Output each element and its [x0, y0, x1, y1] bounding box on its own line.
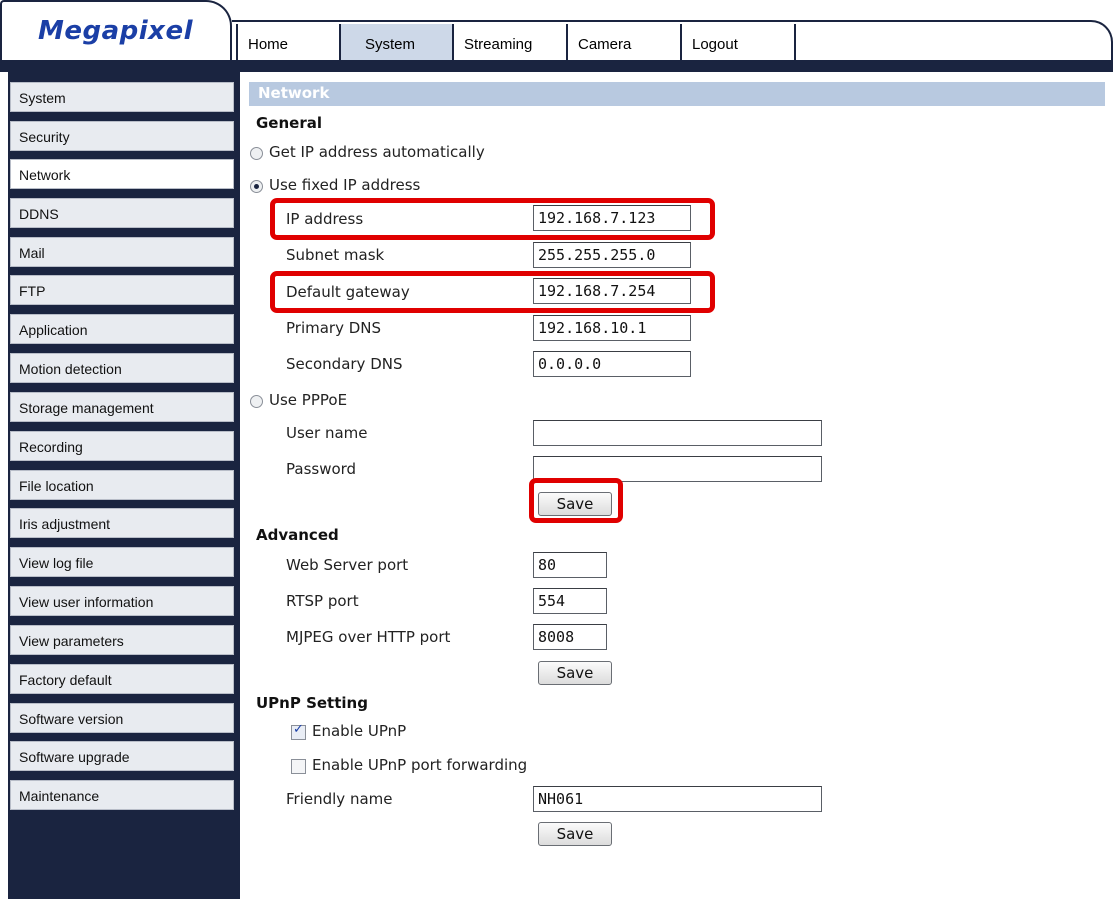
mjpeg-port-field[interactable]: 8008 — [533, 624, 607, 650]
main-nav: Home System Streaming Camera Logout — [236, 24, 796, 60]
username-label: User name — [286, 424, 368, 442]
sidebar-item-view-parameters[interactable]: View parameters — [10, 625, 234, 655]
secondary-dns-label: Secondary DNS — [286, 355, 403, 373]
tab-streaming[interactable]: Streaming — [454, 24, 568, 60]
auto-ip-label: Get IP address automatically — [269, 143, 485, 161]
primary-dns-label: Primary DNS — [286, 319, 382, 337]
sidebar-item-software-upgrade[interactable]: Software upgrade — [10, 741, 234, 771]
sidebar-item-system[interactable]: System — [10, 82, 234, 112]
page-title: Network — [258, 84, 330, 102]
pppoe-radio[interactable] — [250, 395, 263, 408]
logo-tab: Megapixel — [0, 0, 232, 62]
enable-upnp-checkbox[interactable] — [291, 722, 306, 740]
sidebar-item-ddns[interactable]: DDNS — [10, 198, 234, 228]
tab-system[interactable]: System — [341, 24, 454, 60]
general-heading: General — [256, 114, 322, 132]
sidebar-item-motion-detection[interactable]: Motion detection — [10, 353, 234, 383]
sidebar-item-factory-default[interactable]: Factory default — [10, 664, 234, 694]
upnp-save-button[interactable]: Save — [538, 822, 612, 846]
friendly-name-field[interactable]: NH061 — [533, 786, 822, 812]
friendly-name-label: Friendly name — [286, 790, 393, 808]
sidebar-item-software-version[interactable]: Software version — [10, 703, 234, 733]
username-field[interactable] — [533, 420, 822, 446]
subnet-mask-label: Subnet mask — [286, 246, 385, 264]
upnp-forwarding-checkbox[interactable] — [291, 759, 306, 774]
tab-streaming-label: Streaming — [464, 36, 533, 53]
sidebar-item-recording[interactable]: Recording — [10, 431, 234, 461]
tab-camera[interactable]: Camera — [568, 24, 682, 60]
sidebar-item-network[interactable]: Network — [10, 159, 234, 189]
subnet-mask-field[interactable]: 255.255.255.0 — [533, 242, 691, 268]
tab-home[interactable]: Home — [236, 24, 341, 60]
enable-upnp-label: Enable UPnP — [312, 722, 407, 740]
save-button-highlight — [529, 478, 623, 523]
section-title-bar — [249, 82, 1105, 106]
tab-home-label: Home — [248, 36, 289, 53]
header-band — [0, 60, 1113, 72]
sidebar-item-view-log-file[interactable]: View log file — [10, 547, 234, 577]
sidebar-item-maintenance[interactable]: Maintenance — [10, 780, 234, 810]
sidebar-item-ftp[interactable]: FTP — [10, 275, 234, 305]
tab-camera-label: Camera — [578, 36, 632, 53]
auto-ip-radio[interactable] — [250, 147, 263, 160]
password-label: Password — [286, 460, 357, 478]
brand-logo: Megapixel — [38, 16, 194, 46]
sidebar-item-security[interactable]: Security — [10, 121, 234, 151]
tab-logout[interactable]: Logout — [682, 24, 796, 60]
tab-logout-label: Logout — [692, 36, 738, 53]
sidebar-item-file-location[interactable]: File location — [10, 470, 234, 500]
sidebar-item-iris-adjustment[interactable]: Iris adjustment — [10, 508, 234, 538]
default-gateway-highlight — [270, 271, 715, 313]
web-server-port-label: Web Server port — [286, 556, 409, 574]
upnp-forwarding-label: Enable UPnP port forwarding — [312, 756, 528, 774]
secondary-dns-field[interactable]: 0.0.0.0 — [533, 351, 691, 377]
sidebar-item-application[interactable]: Application — [10, 314, 234, 344]
sidebar-item-mail[interactable]: Mail — [10, 237, 234, 267]
ip-address-highlight — [270, 198, 715, 240]
advanced-heading: Advanced — [256, 526, 339, 544]
web-server-port-field[interactable]: 80 — [533, 552, 607, 578]
tab-system-label: System — [365, 36, 416, 53]
rtsp-port-label: RTSP port — [286, 592, 359, 610]
pppoe-label: Use PPPoE — [269, 391, 348, 409]
advanced-save-button[interactable]: Save — [538, 661, 612, 685]
sidebar-item-view-user-information[interactable]: View user information — [10, 586, 234, 616]
fixed-ip-label: Use fixed IP address — [269, 176, 421, 194]
upnp-heading: UPnP Setting — [256, 694, 368, 712]
mjpeg-port-label: MJPEG over HTTP port — [286, 628, 451, 646]
fixed-ip-radio[interactable] — [250, 180, 263, 193]
primary-dns-field[interactable]: 192.168.10.1 — [533, 315, 691, 341]
rtsp-port-field[interactable]: 554 — [533, 588, 607, 614]
sidebar-item-storage-management[interactable]: Storage management — [10, 392, 234, 422]
